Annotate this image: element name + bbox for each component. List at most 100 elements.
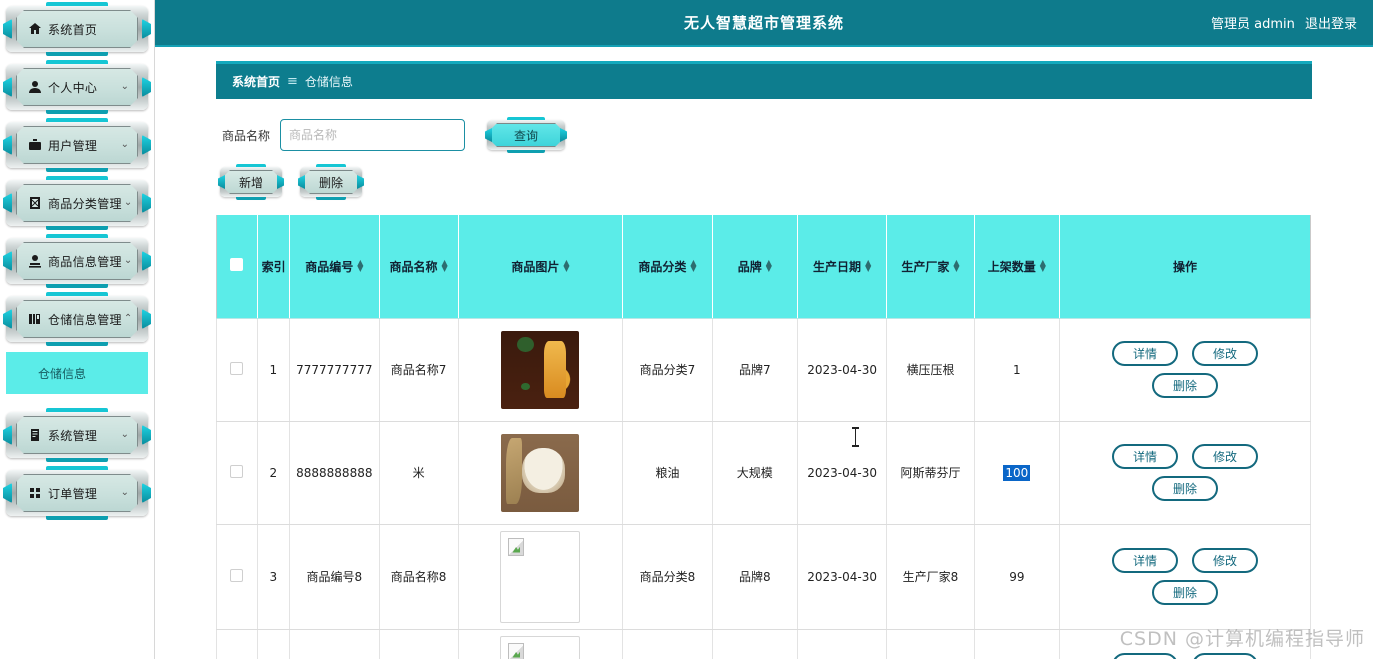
top-header-bar: 无人智慧超市管理系统 管理员 admin 退出登录 xyxy=(155,0,1373,47)
breadcrumb-root-link[interactable]: 系统首页 xyxy=(232,73,280,90)
breadcrumb: 系统首页 ≡ 仓储信息 xyxy=(216,61,1312,99)
row-select-cell[interactable] xyxy=(216,629,258,659)
row-checkbox[interactable] xyxy=(230,464,244,478)
sort-icon[interactable]: ▲ ▼ xyxy=(442,258,448,273)
sidebar-item-product-info-management[interactable]: 商品信息管理 ⌄ xyxy=(3,234,151,288)
frame-ear-right-icon xyxy=(560,128,568,142)
sidebar-item-label: 用户管理 xyxy=(48,138,98,153)
notebook-icon xyxy=(27,428,42,443)
cell-name: 商品名称7 xyxy=(379,629,459,659)
frame-ear-right-icon xyxy=(142,425,151,445)
sidebar-button-frame[interactable]: 仓储信息管理 ⌃ xyxy=(3,292,151,346)
sidebar-button-frame[interactable]: 商品分类管理 ⌄ xyxy=(3,176,151,230)
cell-manufacturer: 生产厂家7 xyxy=(886,629,975,659)
sort-icon[interactable]: ▲ ▼ xyxy=(766,258,772,273)
sort-icon[interactable]: ▲ ▼ xyxy=(1040,258,1046,273)
column-label: 商品名称 xyxy=(389,259,438,274)
edit-button[interactable]: 修改 xyxy=(1191,653,1258,659)
frame-ear-left-icon xyxy=(3,425,12,445)
detail-button[interactable]: 详情 xyxy=(1111,341,1178,366)
detail-button[interactable]: 详情 xyxy=(1111,653,1178,659)
user-info: 管理员 admin 退出登录 xyxy=(1211,13,1357,32)
sidebar-button-frame[interactable]: 系统首页 xyxy=(3,2,151,56)
page-title: 无人智慧超市管理系统 xyxy=(683,14,844,32)
select-all-checkbox[interactable] xyxy=(230,258,244,272)
sort-icon[interactable]: ▲ ▼ xyxy=(690,258,696,273)
sidebar-button-frame[interactable]: 系统管理 ⌄ xyxy=(3,408,151,462)
add-button[interactable]: 新增 xyxy=(218,164,285,200)
logout-button[interactable]: 退出登录 xyxy=(1305,17,1357,32)
table-header-code[interactable]: 商品编号 ▲ ▼ xyxy=(289,215,380,319)
edit-button[interactable]: 修改 xyxy=(1191,444,1258,469)
app-root: 系统首页 个人中心 ⌄ 用户管理 ⌄ 商品分类管理 ⌄ 商品信息管理 ⌄ 仓储信… xyxy=(0,0,1373,659)
row-checkbox[interactable] xyxy=(230,361,244,375)
row-select-cell[interactable] xyxy=(216,524,258,630)
cell-shelf-qty: 1 xyxy=(974,318,1060,422)
table-header-select-all[interactable] xyxy=(216,215,258,319)
table-header-manufacturer[interactable]: 生产厂家 ▲ ▼ xyxy=(886,215,975,319)
sidebar-item-user-management[interactable]: 用户管理 ⌄ xyxy=(3,118,151,172)
table-header-brand[interactable]: 品牌 ▲ ▼ xyxy=(712,215,798,319)
breadcrumb-separator-icon: ≡ xyxy=(287,74,298,89)
frame-ear-left-icon xyxy=(218,175,225,189)
sidebar-item-label: 系统管理 xyxy=(48,428,98,443)
sidebar-item-order-management[interactable]: 订单管理 ⌄ xyxy=(3,466,151,520)
row-checkbox[interactable] xyxy=(230,568,244,582)
sort-icon[interactable]: ▲ ▼ xyxy=(865,258,871,273)
frame-ear-right-icon xyxy=(142,19,151,39)
search-input[interactable] xyxy=(280,119,466,151)
query-button[interactable]: 查询 xyxy=(485,117,568,153)
detail-button[interactable]: 详情 xyxy=(1111,444,1178,469)
chevron-down-icon: ⌄ xyxy=(120,487,129,498)
sidebar-button-frame[interactable]: 商品信息管理 ⌄ xyxy=(3,234,151,288)
column-label: 生产厂家 xyxy=(901,259,950,274)
table-header-category[interactable]: 商品分类 ▲ ▼ xyxy=(622,215,713,319)
table-header-actions: 操作 xyxy=(1059,215,1312,319)
delete-row-button[interactable]: 删除 xyxy=(1151,580,1218,605)
delete-button[interactable]: 删除 xyxy=(298,164,365,200)
cell-category: 粮油 xyxy=(622,421,713,525)
cell-prod-date: 2023-04-30 xyxy=(797,421,888,525)
edit-button[interactable]: 修改 xyxy=(1191,341,1258,366)
delete-row-button[interactable]: 删除 xyxy=(1151,476,1218,501)
sidebar-subitem-storage-info[interactable]: 仓储信息 xyxy=(6,352,148,394)
sidebar-item-personal-center[interactable]: 个人中心 ⌄ xyxy=(3,60,151,114)
row-select-cell[interactable] xyxy=(216,421,258,525)
sidebar-item-category-management[interactable]: 商品分类管理 ⌄ xyxy=(3,176,151,230)
frame-ear-right-icon xyxy=(142,135,151,155)
frame-ear-left-icon xyxy=(298,175,306,189)
cell-code: 8888888888 xyxy=(289,421,380,525)
frame-ear-right-icon xyxy=(142,193,151,213)
column-label: 操作 xyxy=(1172,259,1197,274)
cell-manufacturer: 横压压根 xyxy=(886,318,975,422)
sort-icon[interactable]: ▲ ▼ xyxy=(357,258,363,273)
sidebar-item-label: 个人中心 xyxy=(48,80,98,95)
sidebar-button-frame[interactable]: 个人中心 ⌄ xyxy=(3,60,151,114)
cell-name: 商品名称8 xyxy=(379,524,459,630)
sidebar-button-frame[interactable]: 用户管理 ⌄ xyxy=(3,118,151,172)
table-header-image[interactable]: 商品图片 ▲ ▼ xyxy=(458,215,624,319)
cell-shelf-qty: 100 xyxy=(974,421,1060,525)
cell-prod-date: 2023-04-30 xyxy=(797,524,888,630)
broken-image-icon xyxy=(500,635,581,659)
sort-icon[interactable]: ▲ ▼ xyxy=(563,258,569,273)
sidebar-item-system-management[interactable]: 系统管理 ⌄ xyxy=(3,408,151,462)
data-table-container: 索引 商品编号 ▲ ▼ 商品名称 ▲ ▼ 商品图片 ▲ ▼ 商品分类 ▲ ▼ 品… xyxy=(216,215,1312,659)
cell-shelf-qty: 99 xyxy=(974,524,1060,630)
detail-button[interactable]: 详情 xyxy=(1111,548,1178,573)
sidebar-item-home[interactable]: 系统首页 xyxy=(3,2,151,56)
frame-ear-left-icon xyxy=(3,251,12,271)
frame-ear-right-icon xyxy=(142,309,151,329)
table-body: 1 7777777777 商品名称7 商品分类7 品牌7 2023-04-30 … xyxy=(216,318,1312,659)
delete-row-button[interactable]: 删除 xyxy=(1151,373,1218,398)
sidebar-button-frame[interactable]: 订单管理 ⌄ xyxy=(3,466,151,520)
row-select-cell[interactable] xyxy=(216,318,258,422)
table-header-shelf-qty[interactable]: 上架数量 ▲ ▼ xyxy=(974,215,1060,319)
edit-button[interactable]: 修改 xyxy=(1191,548,1258,573)
cell-code: 7777777777 xyxy=(289,318,380,422)
sidebar-item-storage-management[interactable]: 仓储信息管理 ⌃ xyxy=(3,292,151,346)
table-header-prod-date[interactable]: 生产日期 ▲ ▼ xyxy=(797,215,888,319)
frame-ear-left-icon xyxy=(3,19,12,39)
table-header-name[interactable]: 商品名称 ▲ ▼ xyxy=(379,215,459,319)
sort-icon[interactable]: ▲ ▼ xyxy=(953,258,959,273)
